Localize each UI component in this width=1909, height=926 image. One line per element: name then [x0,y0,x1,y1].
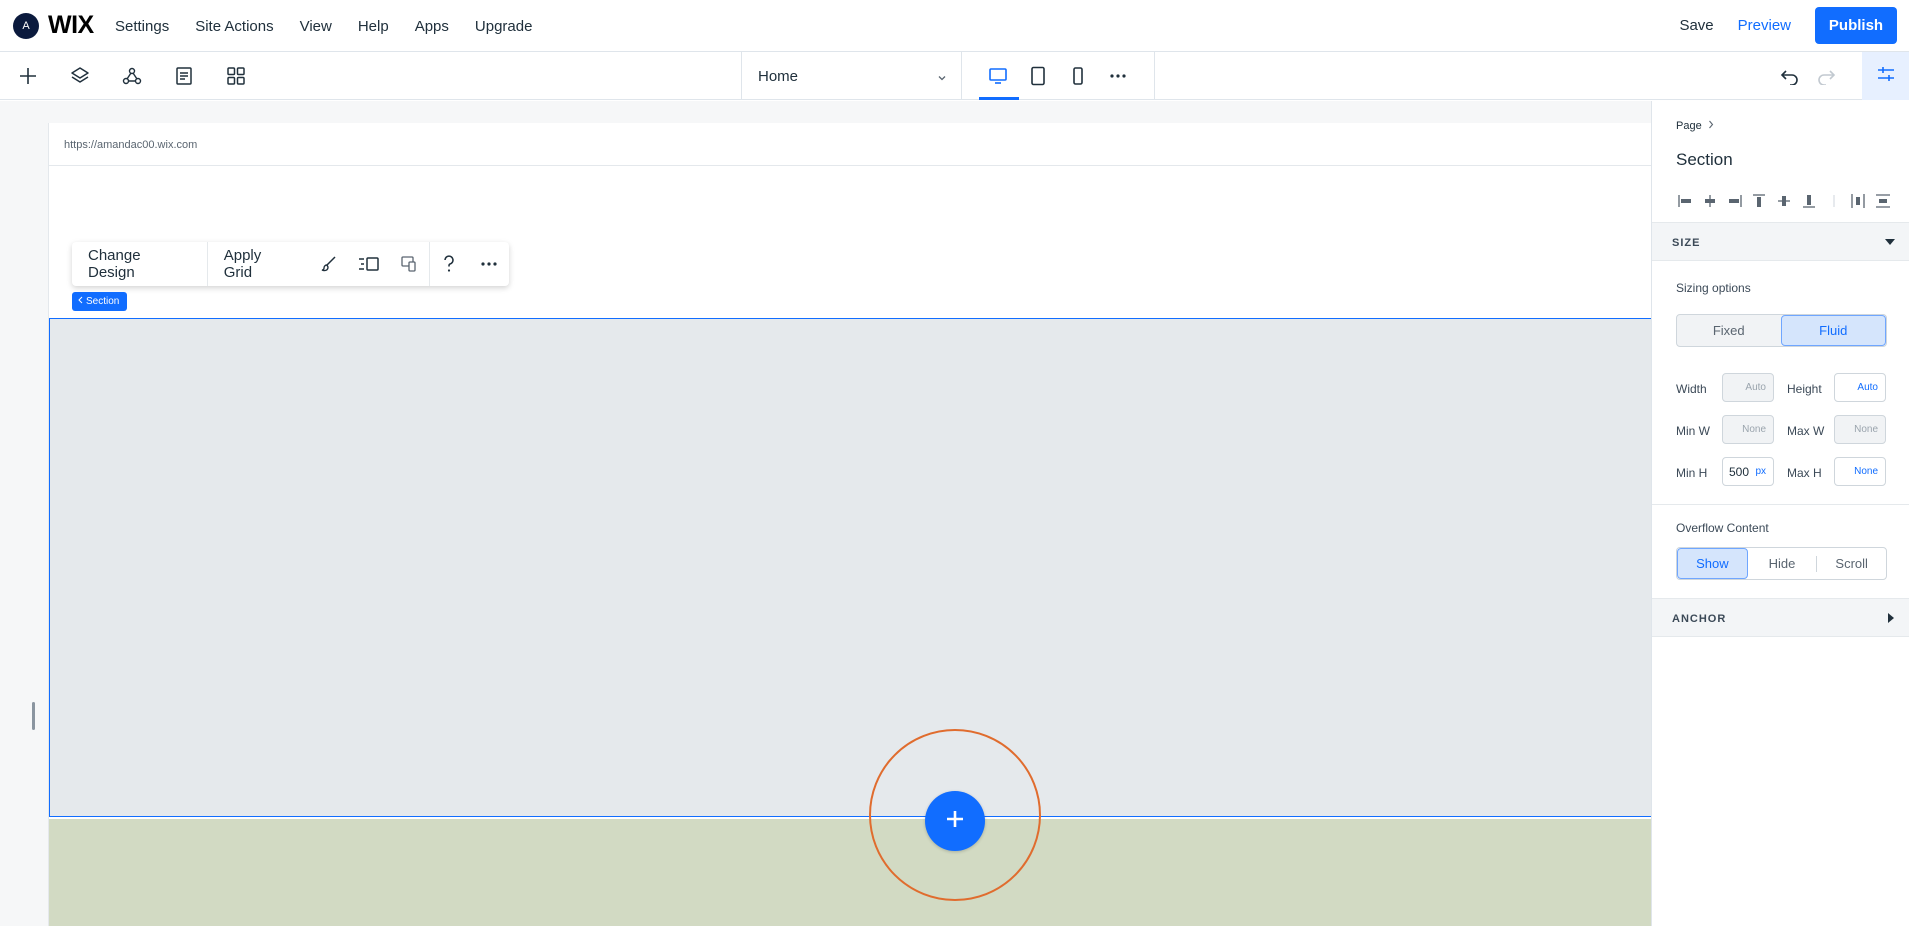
selected-section[interactable] [49,318,1651,817]
editor-toolbar: Home [0,52,1909,100]
max-width-field[interactable]: None [1834,415,1886,444]
caret-right-icon [1887,613,1895,626]
user-avatar[interactable]: A [13,13,39,39]
anchor-section-header[interactable]: ANCHOR [1652,598,1909,637]
overflow-scroll-option[interactable]: Scroll [1817,548,1886,579]
align-right-icon[interactable] [1726,192,1744,210]
distribute-horizontal-icon[interactable] [1849,192,1867,210]
change-design-button[interactable]: Change Design [72,242,208,286]
align-bottom-icon[interactable] [1800,192,1818,210]
brush-icon[interactable] [309,242,349,286]
min-height-field[interactable]: 500 px [1722,457,1774,486]
menu-settings[interactable]: Settings [115,18,169,35]
menu-site-actions[interactable]: Site Actions [195,18,273,35]
sliders-icon [1876,65,1896,88]
distribute-vertical-icon[interactable] [1874,192,1892,210]
apply-grid-button[interactable]: Apply Grid [208,242,310,286]
site-url: https://amandac00.wix.com [49,123,1651,166]
desktop-icon[interactable] [986,64,1010,88]
sizing-fixed-option[interactable]: Fixed [1677,315,1781,346]
preview-button[interactable]: Preview [1738,17,1791,34]
menu-help[interactable]: Help [358,18,389,35]
canvas-resize-handle[interactable] [32,702,35,730]
breadcrumb-page[interactable]: Page [1676,120,1702,132]
divider-icon [1825,192,1843,210]
section-context-toolbar: Change Design Apply Grid [72,242,509,286]
align-middle-v-icon[interactable] [1775,192,1793,210]
menu-view[interactable]: View [300,18,332,35]
responsive-icon[interactable] [389,242,429,286]
inspector-panel: Page Section SIZE Sizing options Fixed F… [1651,101,1909,926]
page-selector-label: Home [758,67,799,85]
width-label: Width [1676,382,1707,396]
plus-icon [944,808,966,835]
chevron-right-icon [1708,120,1714,132]
max-height-label: Max H [1787,466,1822,480]
section-tag[interactable]: Section [72,292,128,311]
section-tag-label: Section [86,296,120,307]
align-center-h-icon[interactable] [1701,192,1719,210]
width-field[interactable]: Auto [1722,373,1774,402]
caret-down-icon [1885,237,1895,249]
sizing-options-toggle: Fixed Fluid [1676,314,1887,347]
pages-icon[interactable] [172,64,196,88]
page-selector[interactable]: Home [741,52,962,100]
mobile-icon[interactable] [1066,64,1090,88]
max-width-label: Max W [1787,424,1825,438]
active-device-indicator [979,97,1019,100]
size-header-label: SIZE [1672,237,1701,249]
min-height-unit[interactable]: px [1755,466,1766,477]
overflow-content-label: Overflow Content [1676,521,1769,535]
redo-icon[interactable] [1814,64,1838,88]
next-section[interactable] [49,819,1651,926]
size-section-header[interactable]: SIZE [1652,222,1909,261]
alignment-tools [1676,191,1892,211]
add-icon[interactable] [16,64,40,88]
top-actions: Save Preview Publish [1679,7,1897,44]
more-options-icon[interactable] [469,242,509,286]
overflow-show-option[interactable]: Show [1677,548,1748,579]
anchor-header-label: ANCHOR [1672,613,1727,625]
editor-canvas[interactable]: https://amandac00.wix.com [0,101,1651,926]
undo-icon[interactable] [1778,64,1802,88]
panel-title: Section [1676,150,1733,169]
site-structure-icon[interactable] [120,64,144,88]
sizing-options-label: Sizing options [1676,281,1751,295]
panel-divider [1652,504,1909,505]
add-section-button[interactable] [925,791,985,851]
tablet-icon[interactable] [1026,64,1050,88]
chevron-left-icon [78,296,83,307]
min-width-label: Min W [1676,424,1710,438]
menu-upgrade[interactable]: Upgrade [475,18,533,35]
max-height-field[interactable]: None [1834,457,1886,486]
min-width-field[interactable]: None [1722,415,1774,444]
layers-icon[interactable] [68,64,92,88]
sizing-fluid-option[interactable]: Fluid [1780,315,1886,346]
main-menu: Settings Site Actions View Help Apps Upg… [115,0,558,52]
apps-grid-icon[interactable] [224,64,248,88]
inspector-toggle-button[interactable] [1862,52,1909,100]
align-top-icon[interactable] [1750,192,1768,210]
overflow-hide-option[interactable]: Hide [1748,548,1817,579]
top-menu-bar: A WIX Settings Site Actions View Help Ap… [0,0,1909,52]
chevron-down-icon [937,70,947,87]
breadcrumb: Page [1676,120,1714,132]
overflow-toggle: Show Hide Scroll [1676,547,1887,580]
align-left-icon[interactable] [1676,192,1694,210]
more-icon[interactable] [1106,64,1130,88]
publish-button[interactable]: Publish [1815,7,1897,44]
height-label: Height [1787,382,1822,396]
min-height-value: 500 [1729,464,1750,479]
help-icon[interactable] [430,242,470,286]
wix-logo[interactable]: WIX [48,11,94,40]
min-height-label: Min H [1676,466,1708,480]
save-button[interactable]: Save [1679,17,1713,34]
height-field[interactable]: Auto [1834,373,1886,402]
layout-list-icon[interactable] [349,242,389,286]
menu-apps[interactable]: Apps [415,18,449,35]
device-switcher [962,52,1155,100]
